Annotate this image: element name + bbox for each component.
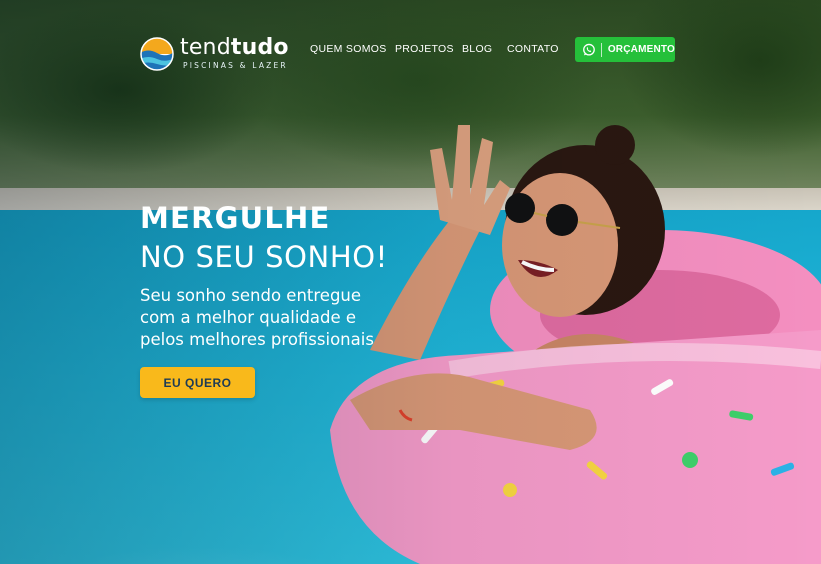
nav-link-contato[interactable]: CONTATO: [507, 43, 559, 55]
orcamento-label: ORÇAMENTO: [607, 44, 675, 55]
hero-subtitle: Seu sonho sendo entregue com a melhor qu…: [140, 285, 380, 351]
nav-link-quem-somos[interactable]: QUEM SOMOS: [310, 43, 387, 55]
hero-title-regular: NO SEU SONHO!: [140, 240, 388, 274]
eu-quero-button[interactable]: EU QUERO: [140, 367, 255, 398]
logo-wave-icon: [140, 37, 174, 71]
brand-name-light: tend: [180, 35, 231, 60]
hero-subtitle-line: com a melhor qualidade e: [140, 308, 357, 327]
whatsapp-icon: [583, 43, 595, 56]
brand-wordmark: tendtudo: [180, 35, 289, 60]
hero-subtitle-line: Seu sonho sendo entregue: [140, 286, 362, 305]
top-navbar: tendtudo PISCINAS & LAZER QUEM SOMOS PRO…: [0, 0, 821, 100]
eu-quero-label: EU QUERO: [163, 375, 232, 390]
brand-logo[interactable]: tendtudo PISCINAS & LAZER: [140, 35, 289, 73]
button-separator: [600, 42, 602, 57]
hero-subtitle-line: pelos melhores profissionais: [140, 330, 374, 349]
brand-name-bold: tudo: [230, 35, 289, 60]
hero-headline: MERGULHE NO SEU SONHO!: [140, 200, 388, 276]
orcamento-button[interactable]: ORÇAMENTO: [575, 37, 675, 62]
hero-title-bold: MERGULHE: [140, 201, 331, 235]
brand-tagline: PISCINAS & LAZER: [183, 61, 288, 70]
nav-link-blog[interactable]: BLOG: [462, 43, 492, 55]
nav-link-projetos[interactable]: PROJETOS: [395, 43, 454, 55]
